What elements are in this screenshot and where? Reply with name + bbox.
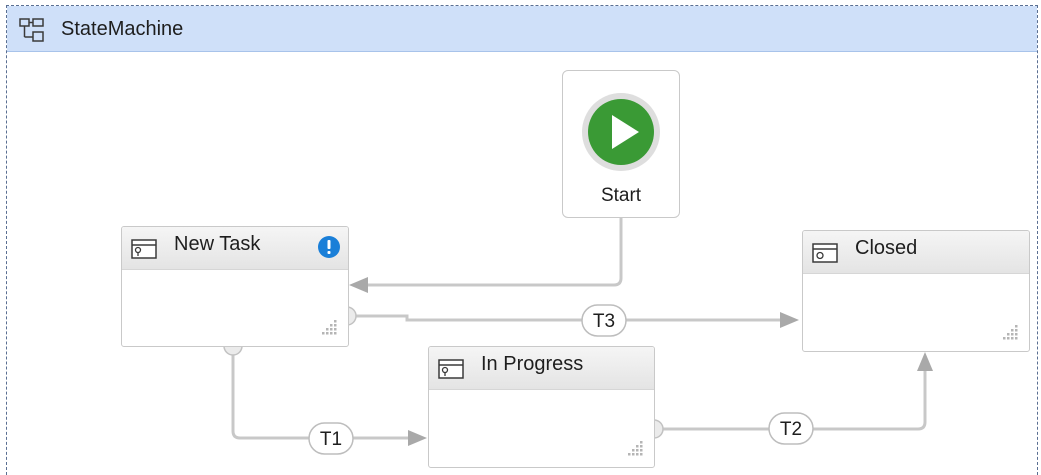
t2-arrowhead <box>917 352 933 371</box>
state-icon <box>438 359 464 379</box>
state-icon <box>131 239 157 259</box>
state-name: Closed <box>855 237 918 259</box>
state-header: New Task <box>122 227 348 270</box>
state-new-task[interactable]: New Task <box>121 226 349 347</box>
state-in-progress[interactable]: In Progress <box>428 346 655 468</box>
play-icon <box>582 93 660 171</box>
state-name: New Task <box>174 233 261 255</box>
exclamation-info-icon[interactable] <box>316 234 342 260</box>
start-transition-arrowhead <box>349 277 368 293</box>
resize-grip-icon[interactable] <box>626 439 644 457</box>
t3-arrowhead <box>780 312 799 328</box>
t3-connector[interactable] <box>337 306 799 328</box>
state-header: In Progress <box>429 347 654 390</box>
state-closed[interactable]: Closed <box>802 230 1030 352</box>
t3-label-pill[interactable]: T3 <box>581 304 627 337</box>
start-transition-connector[interactable] <box>349 218 623 293</box>
t3-label: T3 <box>593 311 615 332</box>
final-state-icon <box>812 243 838 263</box>
state-name: In Progress <box>481 353 584 375</box>
state-header: Closed <box>803 231 1029 274</box>
t1-label: T1 <box>320 429 342 450</box>
t1-arrowhead <box>408 430 427 446</box>
t2-label: T2 <box>780 419 802 440</box>
resize-grip-icon[interactable] <box>320 318 338 336</box>
t2-label-pill[interactable]: T2 <box>768 412 814 445</box>
t1-label-pill[interactable]: T1 <box>308 422 354 455</box>
resize-grip-icon[interactable] <box>1001 323 1019 341</box>
start-node[interactable]: Start <box>562 70 680 218</box>
start-label: Start <box>600 185 642 206</box>
